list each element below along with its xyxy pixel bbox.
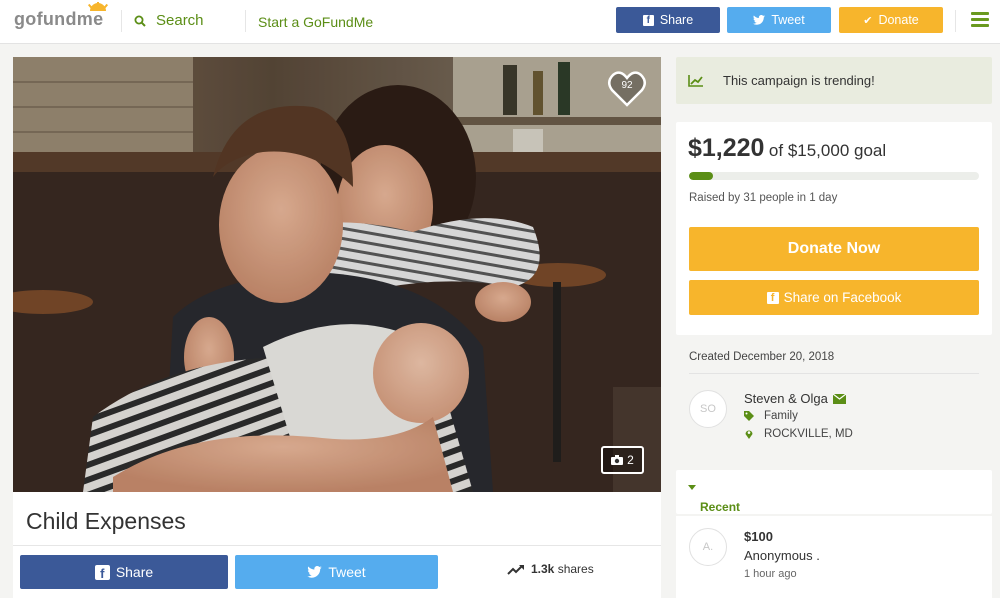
facebook-share-label: Share (115, 564, 154, 580)
photo-gallery-button[interactable]: 2 (601, 446, 644, 474)
organizer-category[interactable]: Family (744, 410, 798, 422)
raised-by-text: Raised by 31 people in 1 day (689, 192, 838, 204)
location-text: ROCKVILLE, MD (764, 428, 853, 440)
shares-count: 1.3k shares (507, 562, 594, 576)
goal-card: $1,220 of $15,000 goal Raised by 31 peop… (676, 122, 992, 335)
campaign-title: Child Expenses (26, 508, 186, 534)
donation-time: 1 hour ago (744, 568, 797, 580)
logo-sun-icon (87, 2, 109, 11)
photo-count-text: 2 (627, 453, 634, 467)
created-date: Created December 20, 2018 (689, 351, 835, 363)
donor-avatar: A. (689, 528, 727, 566)
organizer-name: Steven & Olga (744, 391, 828, 406)
recent-donations-toggle[interactable]: Recent Donations (688, 485, 759, 528)
chevron-down-icon (688, 485, 696, 490)
shares-label: shares (557, 562, 594, 576)
trending-banner: This campaign is trending! (676, 57, 992, 104)
nav-donate-label: Donate (878, 13, 919, 27)
twitter-icon (307, 566, 323, 578)
donate-now-button[interactable]: Donate Now (689, 227, 979, 271)
facebook-share-button[interactable]: f Share (20, 555, 228, 589)
divider (689, 373, 979, 374)
tag-icon (744, 411, 754, 421)
trending-chart-icon (688, 75, 703, 87)
category-text: Family (764, 410, 798, 422)
nav-share-label: Share (659, 13, 694, 27)
check-icon: ✔ (863, 14, 873, 27)
hamburger-menu-icon[interactable] (971, 12, 989, 27)
campaign-photo (13, 57, 661, 492)
twitter-icon (753, 15, 766, 25)
share-on-facebook-label: Share on Facebook (783, 290, 902, 305)
search-label: Search (156, 12, 204, 29)
trending-text: This campaign is trending! (723, 73, 875, 88)
organizer-location: ROCKVILLE, MD (744, 428, 853, 440)
facebook-icon: f (642, 14, 654, 26)
campaign-hero-image[interactable]: 92 2 (13, 57, 661, 492)
recent-donations-card: Recent Donations (676, 470, 992, 528)
facebook-icon: f (766, 291, 779, 304)
donation-list-item: A. $100 Anonymous . 1 hour ago (676, 516, 992, 598)
nav-divider (121, 10, 122, 32)
heart-count: 92 (621, 80, 633, 91)
nav-donate-button[interactable]: ✔ Donate (839, 7, 943, 33)
organizer-name-row[interactable]: Steven & Olga (744, 391, 846, 406)
campaign-title-card: Child Expenses (13, 492, 661, 546)
nav-tweet-button[interactable]: Tweet (727, 7, 831, 33)
camera-icon (611, 455, 624, 465)
nav-divider (245, 10, 246, 32)
envelope-icon[interactable] (832, 393, 846, 404)
progress-bar (689, 172, 979, 180)
search-link[interactable]: Search (134, 12, 204, 29)
goal-text: of $15,000 goal (768, 141, 887, 160)
raised-amount: $1,220 of $15,000 goal (688, 134, 886, 163)
tweet-button[interactable]: Tweet (235, 555, 438, 589)
nav-facebook-share-button[interactable]: f Share (616, 7, 720, 33)
favorite-heart-button[interactable]: 92 (607, 70, 647, 108)
donor-name: Anonymous . (744, 548, 820, 563)
shares-number: 1.3k (531, 562, 555, 576)
organizer-avatar[interactable]: SO (689, 390, 727, 428)
donation-amount: $100 (744, 529, 773, 544)
progress-fill (689, 172, 713, 180)
nav-divider (955, 10, 956, 32)
gofundme-logo[interactable]: gofundme (14, 2, 109, 30)
campaign-share-row: f Share Tweet 1.3k shares (13, 546, 661, 598)
nav-tweet-label: Tweet (771, 13, 805, 27)
raised-value: $1,220 (688, 134, 765, 162)
trending-arrow-icon (507, 564, 524, 575)
top-nav: gofundme Search Start a GoFundMe f Share… (0, 0, 1000, 44)
tweet-label: Tweet (328, 564, 366, 580)
location-pin-icon (745, 430, 753, 439)
start-gofundme-link[interactable]: Start a GoFundMe (258, 14, 373, 30)
facebook-icon: f (94, 564, 110, 581)
share-on-facebook-button[interactable]: f Share on Facebook (689, 280, 979, 315)
search-icon (134, 15, 146, 27)
logo-text: gofundme (14, 9, 104, 29)
